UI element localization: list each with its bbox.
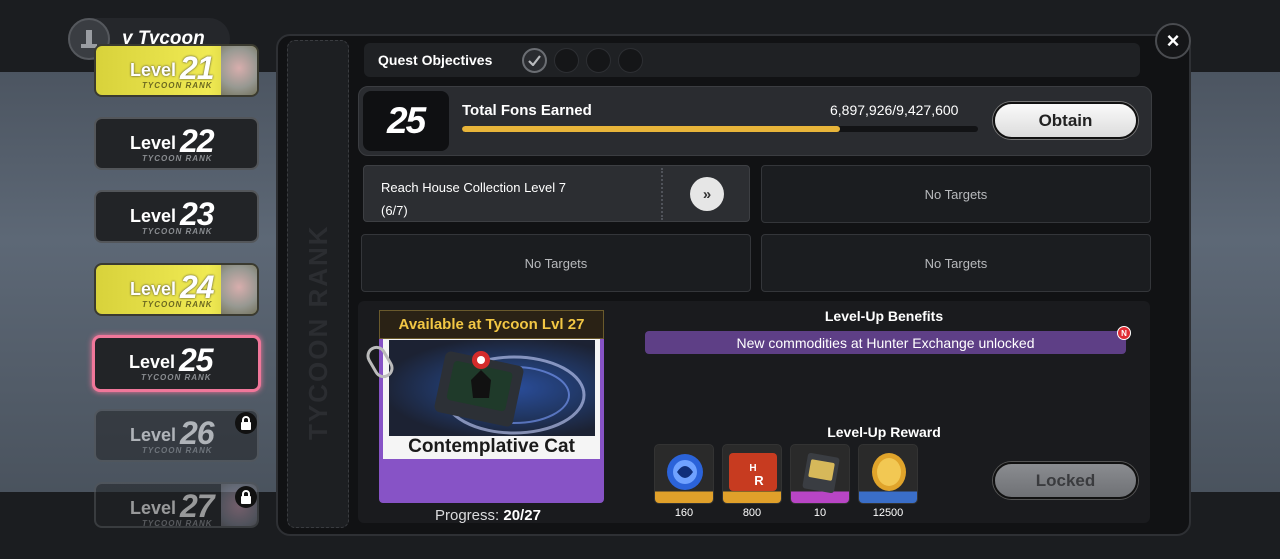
level-word: Level	[130, 498, 177, 518]
reward-item-polychrome[interactable]	[654, 444, 714, 504]
objective-pending-icon	[554, 48, 579, 73]
level-word: Level	[130, 206, 177, 226]
level-word: Level	[130, 133, 177, 153]
target-empty: No Targets	[761, 165, 1151, 223]
level-reward-thumbnail	[221, 46, 257, 95]
objective-complete-icon	[522, 48, 547, 73]
spine-label: TYCOON RANK	[303, 224, 333, 440]
target-description: Reach House Collection Level 7	[381, 180, 566, 195]
quest-objectives-title: Quest Objectives	[378, 52, 493, 68]
reward-item-tape[interactable]	[790, 444, 850, 504]
level-item-24[interactable]: Level 24 TYCOON RANK	[94, 263, 259, 316]
level-subtitle: TYCOON RANK	[142, 300, 213, 309]
target-empty: No Targets	[761, 234, 1151, 292]
level-word: Level	[130, 425, 177, 445]
level-subtitle: TYCOON RANK	[141, 373, 212, 382]
polychrome-icon	[667, 454, 703, 490]
level-subtitle: TYCOON RANK	[142, 446, 213, 455]
quest-objectives-bar: Quest Objectives	[364, 43, 1140, 77]
level-item-22[interactable]: Level 22 TYCOON RANK	[94, 117, 259, 170]
current-level-badge: 25	[363, 91, 449, 151]
bangboo-tape-icon	[802, 452, 840, 494]
level-subtitle: TYCOON RANK	[142, 227, 213, 236]
target-divider	[661, 168, 663, 220]
reward-item-dennies[interactable]	[858, 444, 918, 504]
go-to-target-button[interactable]: »	[690, 177, 724, 211]
target-progress: (6/7)	[381, 203, 408, 218]
level-word: Level	[130, 60, 177, 80]
reward-quantity: 10	[813, 507, 827, 519]
progress-value: 20/27	[503, 507, 541, 524]
new-badge: N	[1117, 326, 1131, 340]
svg-text:R: R	[754, 473, 764, 488]
fons-label: Total Fons Earned	[462, 102, 592, 119]
fons-value: 6,897,926/9,427,600	[830, 102, 959, 118]
lock-icon	[235, 486, 257, 508]
reward-quantity: 800	[742, 507, 762, 519]
obtain-button[interactable]: Obtain	[993, 102, 1138, 139]
level-reward-thumbnail	[221, 265, 257, 314]
reward-quantity: 160	[674, 507, 694, 519]
reward-title: Level-Up Reward	[827, 424, 941, 440]
level-subtitle: TYCOON RANK	[142, 154, 213, 163]
current-level-number: 25	[387, 100, 426, 141]
target-empty: No Targets	[361, 234, 751, 292]
benefit-item: New commodities at Hunter Exchange unloc…	[645, 331, 1126, 354]
availability-label: Available at Tycoon Lvl 27	[379, 310, 604, 339]
reward-item-hunter[interactable]: H R	[722, 444, 782, 504]
reward-quantity: 12500	[872, 507, 904, 519]
fons-progress-bar	[462, 126, 978, 132]
level-subtitle: TYCOON RANK	[142, 519, 213, 528]
fons-progress-fill	[462, 126, 840, 132]
contemplative-cat-art	[389, 340, 595, 436]
progress-label: Progress:	[435, 507, 500, 524]
level-word: Level	[129, 352, 176, 372]
level-item-23[interactable]: Level 23 TYCOON RANK	[94, 190, 259, 243]
reward-name: Contemplative Cat	[408, 436, 575, 457]
objective-pending-icon	[586, 48, 611, 73]
benefits-title: Level-Up Benefits	[824, 308, 944, 324]
close-button[interactable]: ×	[1155, 23, 1191, 59]
reward-progress: Progress: 20/27	[435, 507, 541, 524]
level-item-27[interactable]: Level 27 TYCOON RANK	[94, 482, 259, 528]
objective-pending-icon	[618, 48, 643, 73]
locked-button[interactable]: Locked	[993, 462, 1138, 499]
level-item-25[interactable]: Level 25 TYCOON RANK	[92, 335, 261, 392]
level-item-26[interactable]: Level 26 TYCOON RANK	[94, 409, 259, 462]
hunter-rewards-icon: H R	[729, 453, 777, 491]
level-subtitle: TYCOON RANK	[142, 81, 213, 90]
lock-icon	[235, 412, 257, 434]
dennies-coin-icon	[872, 453, 906, 491]
level-word: Level	[130, 279, 177, 299]
level-item-21[interactable]: Level 21 TYCOON RANK	[94, 44, 259, 97]
